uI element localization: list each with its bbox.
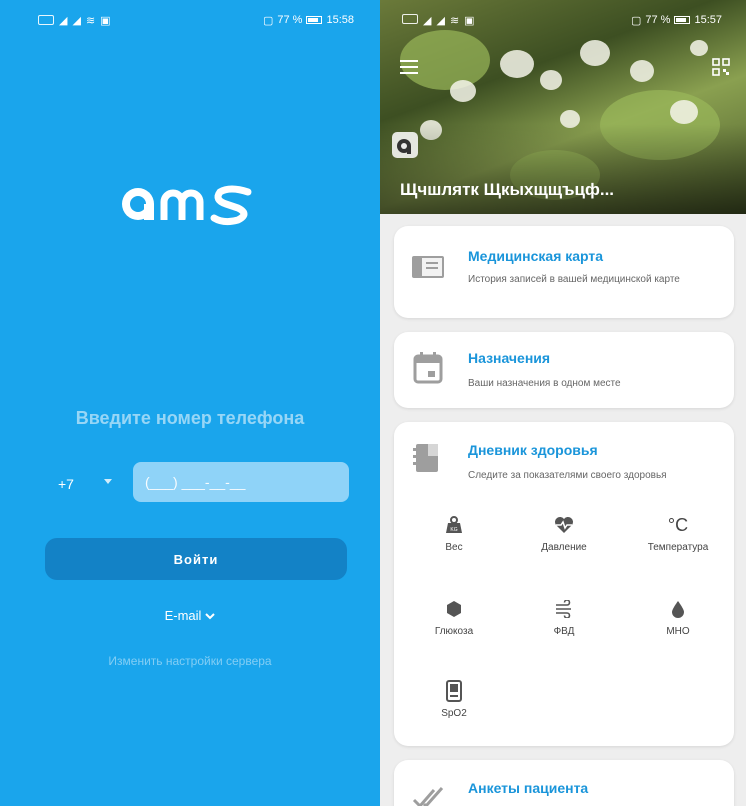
battery-icon bbox=[306, 16, 323, 24]
checkmarks-icon bbox=[412, 787, 444, 806]
status-icons: ◢ ◢ ≋ ▣ bbox=[402, 13, 475, 27]
drop-icon bbox=[672, 601, 684, 618]
signal-icon: ◢ bbox=[436, 14, 445, 27]
metric-glucose[interactable]: Глюкоза bbox=[404, 598, 504, 637]
status-right: ▢ 77 % 15:57 bbox=[631, 14, 722, 27]
card-title: Анкеты пациента bbox=[468, 780, 589, 796]
status-bar: ◢ ◢ ≋ ▣ ▢ 77 % 15:58 bbox=[0, 0, 380, 40]
metric-label: Давление bbox=[541, 542, 587, 553]
medical-card-icon bbox=[412, 256, 444, 278]
card-subtitle: Следите за показателями своего здоровья bbox=[468, 470, 667, 481]
metric-label: Температура bbox=[647, 542, 709, 553]
diary-icon[interactable] bbox=[410, 440, 446, 476]
clock: 15:57 bbox=[694, 14, 722, 26]
battery-icon bbox=[674, 16, 691, 24]
metric-label: Вес bbox=[445, 542, 463, 553]
wifi-icon: ≋ bbox=[85, 13, 96, 27]
health-diary-card: Дневник здоровья Следите за показателями… bbox=[394, 422, 734, 746]
glucose-icon bbox=[447, 601, 461, 617]
signal-icon: ◢ bbox=[59, 13, 68, 27]
svg-text:KG: KG bbox=[450, 527, 457, 533]
wind-icon bbox=[556, 600, 571, 618]
server-settings-link[interactable]: Изменить настройки сервера bbox=[0, 654, 380, 668]
card-subtitle: Ваши назначения в одном месте bbox=[468, 378, 621, 389]
status-icons: ◢ ◢ ≋ ▣ bbox=[38, 14, 111, 27]
user-name: Щчшлятк Щкыхщщъцф... bbox=[400, 180, 615, 199]
clock: 15:58 bbox=[326, 14, 354, 26]
qr-code-icon[interactable] bbox=[712, 58, 730, 76]
metric-pressure[interactable]: Давление bbox=[514, 514, 614, 553]
card-subtitle: История записей в вашей медицинской карт… bbox=[468, 274, 680, 285]
metric-label: МНО bbox=[666, 626, 690, 637]
questionnaires-card[interactable]: Анкеты пациента bbox=[394, 760, 734, 806]
celsius-icon: °C bbox=[667, 514, 689, 535]
vibrate-icon: ▢ bbox=[262, 14, 274, 27]
ams-logo-small bbox=[392, 132, 418, 158]
menu-icon[interactable] bbox=[400, 60, 418, 74]
heart-pulse-icon bbox=[555, 517, 573, 533]
status-bar: ◢ ◢ ≋ ▣ ▢ 77 % 15:57 bbox=[380, 0, 746, 40]
country-code-select[interactable]: +7 bbox=[58, 476, 74, 492]
email-toggle-label: E-mail bbox=[164, 608, 202, 623]
header-image: ◢ ◢ ≋ ▣ ▢ 77 % 15:57 Щчшлятк Щкыхщщъцф..… bbox=[380, 0, 746, 214]
chevron-down-icon[interactable] bbox=[104, 479, 112, 484]
metric-spo2[interactable]: SpO2 bbox=[404, 680, 504, 719]
phone-prompt: Введите номер телефона bbox=[75, 408, 305, 428]
metric-inr[interactable]: МНО bbox=[628, 598, 728, 637]
card-title[interactable]: Дневник здоровья bbox=[468, 442, 598, 458]
vibrate-icon: ▢ bbox=[630, 14, 642, 27]
metric-fvd[interactable]: ФВД bbox=[514, 598, 614, 637]
medical-record-card[interactable]: Медицинская карта История записей в ваше… bbox=[394, 226, 734, 318]
metric-weight[interactable]: KG Вес bbox=[404, 514, 504, 553]
battery-percent: 77 % bbox=[645, 14, 671, 26]
metric-temperature[interactable]: °C Температура bbox=[628, 514, 728, 554]
signal-icon: ◢ bbox=[72, 13, 81, 27]
metric-label: SpO2 bbox=[441, 708, 467, 719]
login-screen: ◢ ◢ ≋ ▣ ▢ 77 % 15:58 Введите номер телеф… bbox=[0, 0, 380, 806]
card-title: Назначения bbox=[468, 350, 551, 366]
notification-icon: ▣ bbox=[464, 14, 475, 27]
sim-icon bbox=[402, 13, 418, 24]
phone-input[interactable] bbox=[133, 462, 349, 502]
metric-label: ФВД bbox=[553, 626, 575, 637]
card-title: Медицинская карта bbox=[468, 248, 604, 264]
sim-icon bbox=[38, 15, 54, 25]
metric-label: Глюкоза bbox=[434, 626, 474, 637]
email-toggle[interactable]: E-mail bbox=[0, 608, 380, 623]
signal-icon: ◢ bbox=[423, 14, 432, 27]
wifi-icon: ≋ bbox=[449, 14, 460, 27]
ams-logo bbox=[122, 185, 252, 226]
status-right: ▢ 77 % 15:58 bbox=[263, 14, 354, 27]
oximeter-icon bbox=[446, 680, 462, 702]
chevron-down-icon bbox=[205, 612, 216, 619]
appointments-card[interactable]: Назначения Ваши назначения в одном месте bbox=[394, 332, 734, 408]
calendar-icon bbox=[413, 352, 443, 384]
weight-icon: KG bbox=[446, 516, 462, 533]
login-button[interactable]: Войти bbox=[45, 538, 347, 580]
battery-percent: 77 % bbox=[277, 14, 303, 26]
home-screen: ◢ ◢ ≋ ▣ ▢ 77 % 15:57 Щчшлятк Щкыхщщъцф..… bbox=[380, 0, 746, 806]
notification-icon: ▣ bbox=[100, 13, 111, 27]
